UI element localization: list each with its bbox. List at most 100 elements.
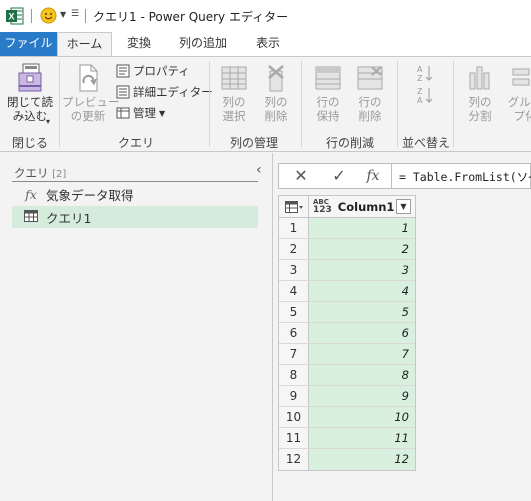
remove-rows-label: 行の 削除 xyxy=(358,95,382,123)
table-cell[interactable]: 11 xyxy=(309,428,415,448)
group-separator xyxy=(453,61,454,147)
cancel-icon[interactable]: ✕ xyxy=(287,166,315,186)
row-number[interactable]: 8 xyxy=(279,365,309,385)
group-separator xyxy=(301,61,302,147)
group-by-button[interactable]: グルー プ化 xyxy=(505,63,531,123)
keep-rows-button[interactable]: 行の 保持 xyxy=(308,63,348,123)
group-label-sort: 並べ替え xyxy=(402,136,451,150)
remove-rows-button[interactable]: 行の 削除 xyxy=(350,63,390,123)
close-load-icon xyxy=(18,63,42,92)
row-number[interactable]: 4 xyxy=(279,281,309,301)
table-row[interactable]: 33 xyxy=(279,260,415,281)
sort-ascending-icon: A Z xyxy=(417,65,433,83)
manage-button[interactable]: 管理 ▼ xyxy=(116,105,165,121)
commit-check-icon[interactable]: ✓ xyxy=(325,166,353,186)
group-separator xyxy=(209,61,210,147)
properties-button[interactable]: プロパティ xyxy=(116,63,190,79)
table-cell[interactable]: 8 xyxy=(309,365,415,385)
choose-columns-button[interactable]: 列の 選択 xyxy=(214,63,254,123)
table-cell[interactable]: 10 xyxy=(309,407,415,427)
query-item[interactable]: fx 気象データ取得 xyxy=(12,183,258,205)
table-cell[interactable]: 12 xyxy=(309,449,415,470)
refresh-preview-button[interactable]: プレビュー の更新 xyxy=(62,63,120,123)
table-cell[interactable]: 5 xyxy=(309,302,415,322)
row-number[interactable]: 9 xyxy=(279,386,309,406)
tab-add-column[interactable]: 列の追加 xyxy=(172,32,234,56)
chevron-down-icon: ▼ xyxy=(159,108,166,118)
tab-view[interactable]: 表示 xyxy=(248,32,288,56)
query-item-label: 気象データ取得 xyxy=(46,187,134,203)
table-row[interactable]: 66 xyxy=(279,323,415,344)
table-row[interactable]: 12 12 xyxy=(279,449,415,470)
table-row[interactable]: 55 xyxy=(279,302,415,323)
feedback-smiley-icon[interactable] xyxy=(40,7,57,24)
grid-body: 1 1 2 2 3 3 4 4 5 5 6 6 7 7 8 8 9 9 10 10 11 11 12 12 xyxy=(279,218,415,470)
manage-label: 管理 xyxy=(133,106,156,120)
row-number[interactable]: 10 xyxy=(279,407,309,427)
collapse-pane-icon[interactable]: ‹ xyxy=(256,162,262,178)
table-cell[interactable]: 4 xyxy=(309,281,415,301)
split-column-button[interactable]: 列の 分割 xyxy=(460,63,500,123)
table-row[interactable]: 22 xyxy=(279,239,415,260)
excel-icon[interactable]: X xyxy=(6,7,24,25)
row-number[interactable]: 12 xyxy=(279,449,309,470)
row-number[interactable]: 5 xyxy=(279,302,309,322)
table-row[interactable]: 77 xyxy=(279,344,415,365)
table-cell[interactable]: 9 xyxy=(309,386,415,406)
remove-columns-button[interactable]: 列の 削除 xyxy=(256,63,296,123)
queries-count: [2] xyxy=(52,169,67,180)
chevron-down-icon: ▾ xyxy=(46,117,51,126)
table-row[interactable]: 10 10 xyxy=(279,407,415,428)
advanced-editor-button[interactable]: 詳細エディター xyxy=(116,84,213,100)
advanced-editor-icon xyxy=(116,85,130,99)
column-name: Column1 xyxy=(337,199,395,214)
formula-input[interactable]: = Table.FromList(ソ~ xyxy=(399,169,531,185)
title-separator xyxy=(31,9,32,23)
sort-descending-button[interactable]: Z A xyxy=(412,85,436,108)
type-label-bottom: 123 xyxy=(313,204,332,215)
table-cell[interactable]: 6 xyxy=(309,323,415,343)
table-menu-icon[interactable] xyxy=(279,196,309,217)
data-grid: ABC 123 Column1 ▼ 1 1 2 2 3 3 4 4 5 5 6 6 7 7 8 8 9 9 10 10… xyxy=(278,195,416,471)
type-any-icon[interactable]: ABC 123 xyxy=(313,198,332,215)
tab-home[interactable]: ホーム xyxy=(57,32,112,57)
group-separator xyxy=(59,61,60,147)
fx-insert-icon[interactable]: fx xyxy=(359,166,387,186)
table-row[interactable]: 44 xyxy=(279,281,415,302)
column-header[interactable]: ABC 123 Column1 ▼ xyxy=(309,196,415,217)
row-number[interactable]: 3 xyxy=(279,260,309,280)
ribbon: 閉じて読 み込む ▾ 閉じる プレビュー の更新 プロパティ 詳細エディター 管… xyxy=(0,56,531,152)
query-item-selected[interactable]: クエリ1 xyxy=(12,206,258,228)
table-row[interactable]: 99 xyxy=(279,386,415,407)
group-separator xyxy=(397,61,398,147)
close-and-load-button[interactable]: 閉じて読 み込む ▾ xyxy=(6,63,54,126)
chevron-down-icon[interactable]: ▼ xyxy=(60,10,66,19)
tab-file[interactable]: ファイル xyxy=(0,32,57,56)
group-label-close: 閉じる xyxy=(12,136,49,150)
row-number[interactable]: 11 xyxy=(279,428,309,448)
table-cell[interactable]: 2 xyxy=(309,239,415,259)
sort-ascending-button[interactable]: A Z xyxy=(412,63,436,86)
table-row[interactable]: 88 xyxy=(279,365,415,386)
row-number[interactable]: 7 xyxy=(279,344,309,364)
svg-text:Z: Z xyxy=(417,74,423,83)
ribbon-tabs: ファイル ホーム 変換 列の追加 表示 xyxy=(0,32,531,57)
fx-icon: fx xyxy=(25,186,37,202)
table-row[interactable]: 11 11 xyxy=(279,428,415,449)
quick-access-menu-icon[interactable]: ☰ xyxy=(71,9,79,19)
remove-rows-icon xyxy=(357,66,383,90)
row-number[interactable]: 1 xyxy=(279,218,309,238)
data-pane: ✕ ✓ fx = Table.FromList(ソ~ ABC 123 Colum… xyxy=(274,153,531,501)
keep-rows-label: 行の 保持 xyxy=(316,95,340,123)
split-column-label: 列の 分割 xyxy=(468,95,492,123)
svg-text:X: X xyxy=(8,12,14,22)
tab-transform[interactable]: 変換 xyxy=(118,32,160,56)
table-cell[interactable]: 7 xyxy=(309,344,415,364)
table-cell[interactable]: 1 xyxy=(309,218,415,238)
table-cell[interactable]: 3 xyxy=(309,260,415,280)
row-number[interactable]: 2 xyxy=(279,239,309,259)
svg-text:A: A xyxy=(417,96,423,105)
row-number[interactable]: 6 xyxy=(279,323,309,343)
table-row[interactable]: 11 xyxy=(279,218,415,239)
filter-dropdown-icon[interactable]: ▼ xyxy=(396,199,411,214)
